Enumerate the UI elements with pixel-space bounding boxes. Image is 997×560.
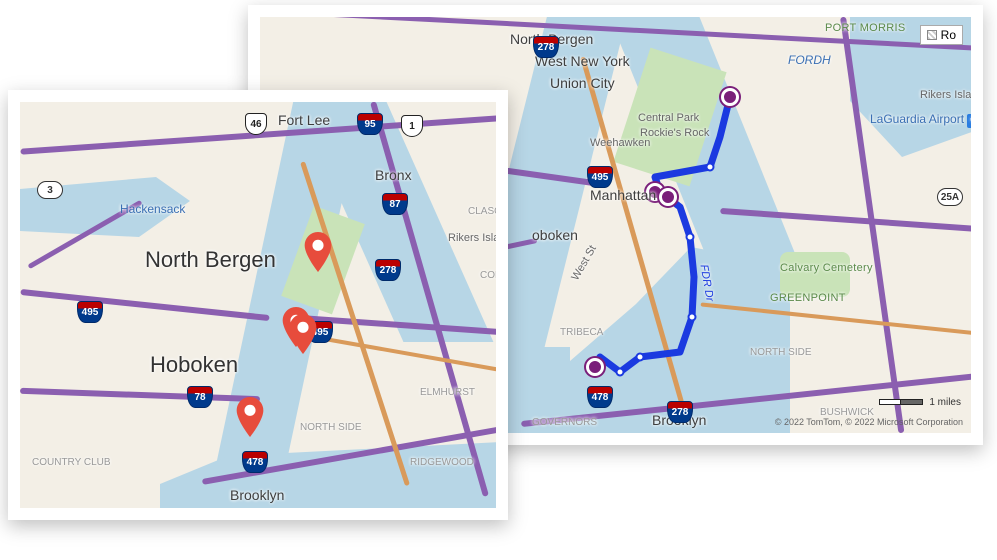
ny-bay-2 xyxy=(160,442,496,508)
label-brooklyn-2: Brooklyn xyxy=(230,487,284,503)
label-union-city: Union City xyxy=(550,75,615,91)
airport-icon: ✈ xyxy=(967,114,971,128)
shield-i78: 78 xyxy=(187,386,213,408)
label-tribeca: TRIBECA xyxy=(560,327,603,338)
layer-control[interactable]: Ro xyxy=(920,25,963,45)
shield-i495: 495 xyxy=(587,166,613,188)
calvary-cemetery-park xyxy=(780,252,850,297)
label-fort-lee: Fort Lee xyxy=(278,112,330,128)
label-laguardia: LaGuardia Airport✈ xyxy=(870,112,971,128)
map-pin-1[interactable] xyxy=(304,232,332,272)
label-hackensack: Hackensack xyxy=(120,202,185,216)
shield-i278-e: 278 xyxy=(667,401,693,423)
layer-icon xyxy=(927,30,937,40)
route-waypoint xyxy=(636,353,645,362)
label-port-morris: PORT MORRIS xyxy=(825,22,906,34)
map-card-pins: Fort Lee Bronx North Bergen Hoboken Broo… xyxy=(8,90,508,520)
route-waypoint xyxy=(686,233,695,242)
map-pin-3[interactable] xyxy=(289,314,317,354)
route-waypoint xyxy=(688,313,697,322)
scale-bar: 1 miles xyxy=(879,395,961,409)
label-hoboken: Hoboken xyxy=(150,352,238,378)
map-pins-surface[interactable]: Fort Lee Bronx North Bergen Hoboken Broo… xyxy=(20,102,496,508)
road-i495-2 xyxy=(20,289,269,321)
route-endpoint-north[interactable] xyxy=(721,88,739,106)
label-north-bergen-2: North Bergen xyxy=(145,247,276,273)
road-i78 xyxy=(20,388,260,402)
label-elmhurst: ELMHURST xyxy=(420,387,475,398)
shield-i278: 278 xyxy=(533,36,559,58)
shield-us46: 46 xyxy=(245,113,267,135)
label-oboken: oboken xyxy=(532,227,578,243)
label-central-park: Central Park xyxy=(638,112,699,124)
layer-label: Ro xyxy=(941,28,956,42)
shield-i478: 478 xyxy=(242,451,268,473)
shield-i478: 478 xyxy=(587,386,613,408)
label-col: COL xyxy=(480,270,496,281)
label-greenpoint: GREENPOINT xyxy=(770,292,846,304)
label-north-side: NORTH SIDE xyxy=(750,347,812,358)
route-waypoint xyxy=(616,368,625,377)
label-claso: CLASO xyxy=(468,206,496,217)
map-pin-4[interactable] xyxy=(236,397,264,437)
route-waypoint xyxy=(706,163,715,172)
label-rockies-rock: Rockie's Rock xyxy=(640,127,709,139)
shield-i495-w: 495 xyxy=(77,301,103,323)
label-bronx: Bronx xyxy=(375,167,412,183)
shield-us1: 1 xyxy=(401,115,423,137)
label-calvary: Calvary Cemetery xyxy=(780,262,873,274)
route-endpoint-south[interactable] xyxy=(586,358,604,376)
label-rikers-2: Rikers Island xyxy=(448,232,496,244)
label-ridgewood: RIDGEWOOD xyxy=(410,457,474,468)
shield-i278: 278 xyxy=(375,259,401,281)
shield-i87: 87 xyxy=(382,193,408,215)
shield-i95: 95 xyxy=(357,113,383,135)
label-fordh: FORDH xyxy=(788,53,831,67)
map-attribution: © 2022 TomTom, © 2022 Microsoft Corporat… xyxy=(775,417,963,427)
label-governors: GOVERNORS xyxy=(532,417,597,428)
label-manhattan: Manhattan xyxy=(590,187,656,203)
scale-label: 1 miles xyxy=(929,397,961,408)
label-country-club: COUNTRY CLUB xyxy=(32,457,111,468)
label-west-st: West St xyxy=(569,243,599,282)
label-rikers-island: Rikers Island xyxy=(920,89,971,101)
shield-ny3: 3 xyxy=(37,181,63,199)
route-stop-midtown-2[interactable] xyxy=(659,188,677,206)
shield-ny25a: 25A xyxy=(937,188,963,206)
label-north-side-2: NORTH SIDE xyxy=(300,422,362,433)
